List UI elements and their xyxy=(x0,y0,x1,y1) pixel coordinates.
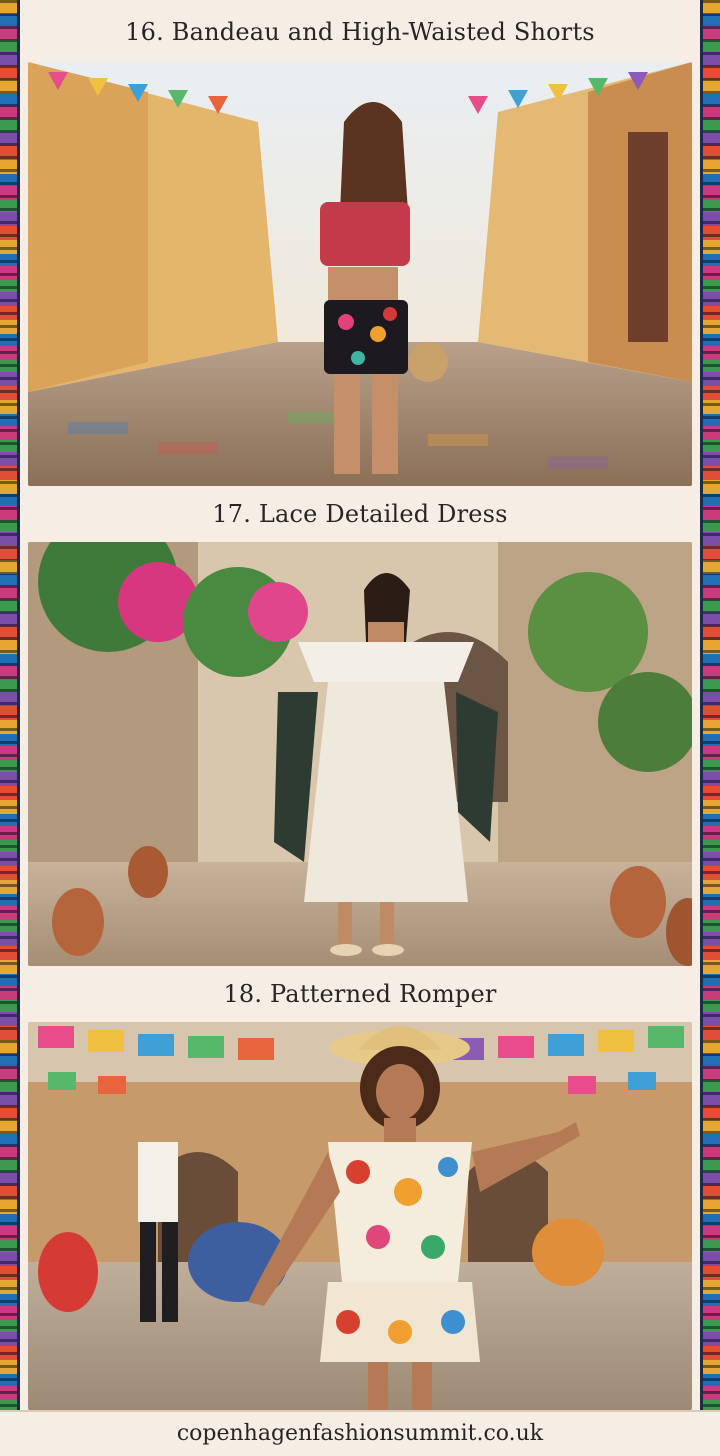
outfit-photo-lace-dress xyxy=(28,542,692,966)
outfit-photo-patterned-romper xyxy=(28,1022,692,1410)
section-title: 17. Lace Detailed Dress xyxy=(212,500,508,528)
decorative-border-right xyxy=(700,0,720,1456)
section-title: 16. Bandeau and High-Waisted Shorts xyxy=(125,18,595,46)
decorative-border-left xyxy=(0,0,20,1456)
footer-site-url: copenhagenfashionsummit.co.uk xyxy=(0,1412,720,1456)
outfit-photo-bandeau-shorts xyxy=(28,62,692,486)
section-title: 18. Patterned Romper xyxy=(223,980,497,1008)
